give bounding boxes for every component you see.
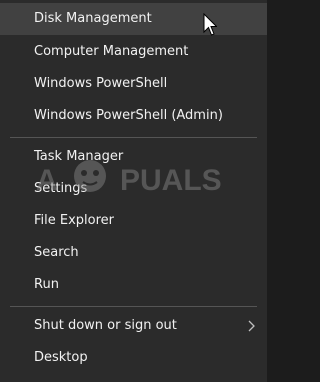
menu-item-shut-down-or-sign-out[interactable]: Shut down or sign out xyxy=(0,310,267,342)
mouse-cursor-icon xyxy=(203,13,217,36)
chevron-right-icon xyxy=(248,320,255,332)
menu-item-windows-powershell-admin[interactable]: Windows PowerShell (Admin) xyxy=(0,100,267,132)
menu-item-disk-management[interactable]: Disk Management xyxy=(0,3,267,35)
menu-item-desktop[interactable]: Desktop xyxy=(0,342,267,374)
menu-item-label: Shut down or sign out xyxy=(34,318,177,333)
menu-item-search[interactable]: Search xyxy=(0,237,267,269)
menu-item-windows-powershell[interactable]: Windows PowerShell xyxy=(0,68,267,100)
menu-item-task-manager[interactable]: Task Manager xyxy=(0,141,267,173)
menu-item-settings[interactable]: Settings xyxy=(0,173,267,205)
menu-item-file-explorer[interactable]: File Explorer xyxy=(0,205,267,237)
menu-separator xyxy=(10,137,257,138)
winx-context-menu: Disk Management Computer Management Wind… xyxy=(0,0,267,382)
menu-item-run[interactable]: Run xyxy=(0,269,267,301)
menu-item-computer-management[interactable]: Computer Management xyxy=(0,36,267,68)
menu-separator xyxy=(10,306,257,307)
